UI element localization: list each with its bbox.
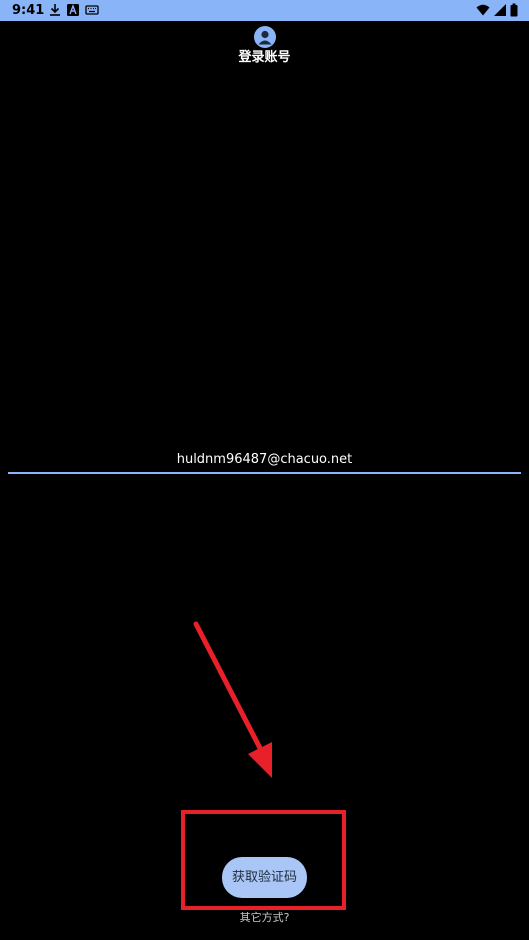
other-methods-link[interactable]: 其它方式? bbox=[0, 910, 529, 926]
download-icon bbox=[48, 3, 62, 17]
page-title: 登录账号 bbox=[238, 50, 291, 65]
signal-icon bbox=[493, 3, 507, 17]
keyboard-icon bbox=[85, 3, 99, 17]
email-field[interactable]: huldnm96487@chacuo.net bbox=[8, 448, 521, 474]
email-value[interactable]: huldnm96487@chacuo.net bbox=[177, 452, 353, 467]
battery-icon bbox=[509, 3, 519, 17]
get-verification-code-button[interactable]: 获取验证码 bbox=[222, 857, 307, 898]
header: 登录账号 bbox=[0, 26, 529, 66]
annotation-arrow bbox=[193, 621, 272, 778]
wifi-icon bbox=[476, 3, 490, 17]
person-icon bbox=[253, 26, 276, 48]
font-a-icon bbox=[66, 3, 80, 17]
status-bar: 9:41 bbox=[0, 0, 529, 21]
status-time: 9:41 bbox=[12, 3, 45, 18]
login-screen: 9:41 登录账号 huldnm96487@chacuo.net 获取验证码 其… bbox=[0, 0, 529, 940]
